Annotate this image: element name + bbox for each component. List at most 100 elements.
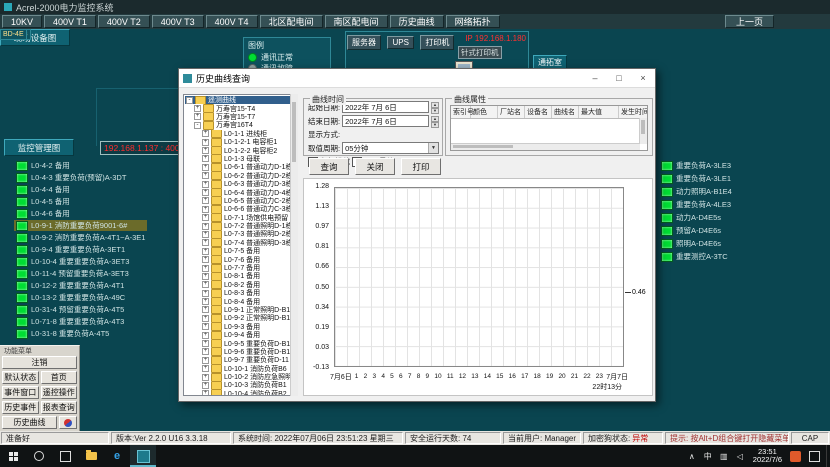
feeder-status-row[interactable]: 重要负荷A-3LE3 xyxy=(659,160,734,171)
chevron-down-icon[interactable]: ▼ xyxy=(428,143,438,153)
tree-item[interactable]: + L0-1-2-2 电容柜2 xyxy=(185,146,295,154)
feeder-status-row[interactable]: 重要负荷A-4LE3 xyxy=(659,199,734,210)
tree-item[interactable]: + L0-10-2 消防应急照明 xyxy=(185,373,295,381)
logout-button[interactable]: 注销 xyxy=(2,356,77,369)
function-button[interactable]: 默认状态 xyxy=(2,371,39,384)
expand-icon[interactable]: + xyxy=(194,105,201,112)
expand-icon[interactable]: + xyxy=(202,172,209,179)
expand-icon[interactable]: + xyxy=(202,290,209,297)
expand-icon[interactable]: + xyxy=(202,130,209,137)
tree-item[interactable]: + L0-8-3 备用 xyxy=(185,289,295,297)
tree-item[interactable]: - 遥测曲线 xyxy=(185,96,295,104)
expand-icon[interactable]: + xyxy=(202,273,209,280)
expand-icon[interactable]: + xyxy=(202,214,209,221)
file-explorer-button[interactable] xyxy=(78,445,104,467)
start-date-input[interactable]: 2022年 7月 6日 xyxy=(342,101,429,113)
feeder-status-row[interactable]: L0-4-3 重要负荷(预留)A-3DT xyxy=(14,172,147,183)
column-header[interactable]: 发生时间 xyxy=(619,106,648,118)
function-button[interactable]: 事件窗口 xyxy=(2,386,39,399)
feeder-status-row[interactable]: 重要负荷A-3LE1 xyxy=(659,173,734,184)
notification-center-icon[interactable] xyxy=(809,451,820,462)
function-button[interactable]: 历史事件 xyxy=(2,401,39,414)
ime-indicator[interactable]: 中 xyxy=(701,451,715,462)
dialog-titlebar[interactable]: 历史曲线查询 – □ × xyxy=(179,69,655,88)
taskbar-clock[interactable]: 23:51 2022/7/6 xyxy=(749,448,786,465)
table-vertical-scrollbar[interactable] xyxy=(639,118,647,144)
tray-app-icon[interactable] xyxy=(790,451,801,462)
close-button[interactable]: × xyxy=(631,69,655,87)
column-header[interactable]: 索引号 xyxy=(451,106,471,118)
expand-icon[interactable]: + xyxy=(202,239,209,246)
feeder-status-row[interactable]: L0-4-5 备用 xyxy=(14,196,147,207)
expand-icon[interactable]: + xyxy=(202,248,209,255)
tree-item[interactable]: + L0-6-2 普通动力D-2栋 xyxy=(185,172,295,180)
nav-tab[interactable]: 南区配电间 xyxy=(325,15,388,28)
expand-icon[interactable]: + xyxy=(202,155,209,162)
expand-icon[interactable]: + xyxy=(202,357,209,364)
feeder-status-row[interactable]: L0-4-6 备用 xyxy=(14,208,147,219)
tree-item[interactable]: + L0-9-7 重要负荷D-11 xyxy=(185,356,295,364)
browser-button[interactable]: e xyxy=(104,445,130,467)
expand-icon[interactable]: + xyxy=(194,113,201,120)
expand-icon[interactable]: + xyxy=(202,164,209,171)
tree-item[interactable]: + L0-6-3 普通动力D-3栋 xyxy=(185,180,295,188)
tree-item[interactable]: + L0-1-1 进线柜 xyxy=(185,130,295,138)
tree-item[interactable]: + L0-7-5 备用 xyxy=(185,247,295,255)
tree-item[interactable]: + L0-9-1 正常照明D-B1 xyxy=(185,306,295,314)
nav-tab[interactable]: 400V T2 xyxy=(98,15,150,28)
expand-icon[interactable]: - xyxy=(186,97,193,104)
feeder-status-row[interactable]: 动力照明A-B1E4 xyxy=(659,186,734,197)
tree-item[interactable]: + L0-7-3 普通照明D-2栋 xyxy=(185,230,295,238)
task-view-button[interactable] xyxy=(52,445,78,467)
feeder-status-row[interactable]: L0-11-4 预留重要负荷A-3ET3 xyxy=(14,268,147,279)
expand-icon[interactable]: + xyxy=(202,231,209,238)
tree-item[interactable]: + L0-6-4 普通动力D-4栋 xyxy=(185,188,295,196)
feeder-status-row[interactable]: L0-12-2 重要重要负荷A-4T1 xyxy=(14,280,147,291)
tree-item[interactable]: + L0-8-4 备用 xyxy=(185,297,295,305)
expand-icon[interactable]: + xyxy=(202,348,209,355)
network-icon[interactable]: ▥ xyxy=(717,452,731,461)
expand-icon[interactable]: + xyxy=(202,306,209,313)
nav-tab[interactable]: 北区配电间 xyxy=(260,15,323,28)
feeder-status-row[interactable]: 动力A-D4E5s xyxy=(659,212,734,223)
period-select[interactable]: 05分钟 ▼ xyxy=(342,142,439,154)
maximize-button[interactable]: □ xyxy=(607,69,631,87)
expand-icon[interactable]: + xyxy=(202,181,209,188)
column-header[interactable]: 厂站名 xyxy=(498,106,525,118)
tree-item[interactable]: + L0-9-5 重要负荷D-B1 xyxy=(185,339,295,347)
expand-icon[interactable]: + xyxy=(202,340,209,347)
feeder-status-row[interactable]: L0-31-4 预留重要负荷A-4T5 xyxy=(14,304,147,315)
feeder-status-row[interactable]: 预留A-D4E6s xyxy=(659,225,734,236)
tree-item[interactable]: + L0-9-2 正常照明D-B1 xyxy=(185,314,295,322)
column-header[interactable]: 颜色 xyxy=(471,106,498,118)
nav-tab[interactable]: 400V T1 xyxy=(44,15,96,28)
column-header[interactable]: 曲线名 xyxy=(552,106,579,118)
previous-page-button[interactable]: 上一页 xyxy=(725,15,774,28)
chart-tool-button[interactable] xyxy=(59,416,77,429)
tree-item[interactable]: + 万寿宫15-T7 xyxy=(185,113,295,121)
feeder-status-row[interactable]: L0-4-4 备用 xyxy=(14,184,147,195)
ups-button[interactable]: UPS xyxy=(387,36,413,49)
expand-icon[interactable]: + xyxy=(202,332,209,339)
tray-expand-icon[interactable]: ∧ xyxy=(685,452,699,461)
end-date-spinner[interactable]: ▲▼ xyxy=(431,116,439,126)
expand-icon[interactable]: + xyxy=(202,256,209,263)
tree-item[interactable]: + L0-1-3 母联 xyxy=(185,155,295,163)
acrel-app-button[interactable] xyxy=(130,445,156,467)
expand-icon[interactable]: + xyxy=(202,298,209,305)
tree-item[interactable]: + L0-7-1 场馆供电预留 xyxy=(185,213,295,221)
nav-tab[interactable]: 400V T4 xyxy=(206,15,258,28)
tree-item[interactable]: + L0-7-6 备用 xyxy=(185,255,295,263)
expand-icon[interactable]: + xyxy=(202,281,209,288)
tree-item[interactable]: + L0-6-5 普通动力C-2栋 xyxy=(185,197,295,205)
feeder-status-row[interactable]: 照明A-D4E6s xyxy=(659,238,734,249)
tree-item[interactable]: + L0-9-6 重要负荷D-B1 xyxy=(185,348,295,356)
function-button[interactable]: 遥控操作 xyxy=(41,386,78,399)
view-button-monitor-map[interactable]: 监控管理图 xyxy=(4,139,74,156)
tree-item[interactable]: + L0-10-4 消防负荷B2 xyxy=(185,390,295,396)
expand-icon[interactable]: + xyxy=(202,365,209,372)
start-date-spinner[interactable]: ▲▼ xyxy=(431,102,439,112)
tree-item[interactable]: + L0-1-2-1 电容柜1 xyxy=(185,138,295,146)
expand-icon[interactable]: + xyxy=(202,265,209,272)
column-header[interactable]: 设备名 xyxy=(525,106,552,118)
